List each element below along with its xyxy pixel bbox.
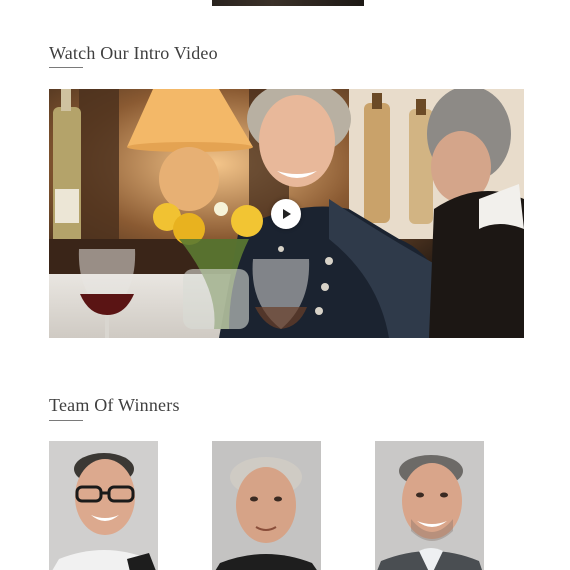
team-member-photo[interactable] [212, 441, 321, 570]
member-portrait-3 [375, 441, 484, 570]
play-icon [283, 209, 291, 219]
intro-title-underline [49, 67, 83, 68]
intro-video[interactable] [49, 89, 524, 338]
member-portrait-2 [212, 441, 321, 570]
play-button[interactable] [271, 199, 301, 229]
team-member-photo[interactable] [375, 441, 484, 570]
top-image-fragment [212, 0, 364, 6]
team-title-underline [49, 420, 83, 421]
team-section-title: Team Of Winners [49, 395, 180, 415]
intro-section-title: Watch Our Intro Video [49, 43, 218, 63]
page: Watch Our Intro Video Team Of Winners [0, 0, 570, 570]
member-portrait-1 [49, 441, 158, 570]
team-member-photo[interactable] [49, 441, 158, 570]
